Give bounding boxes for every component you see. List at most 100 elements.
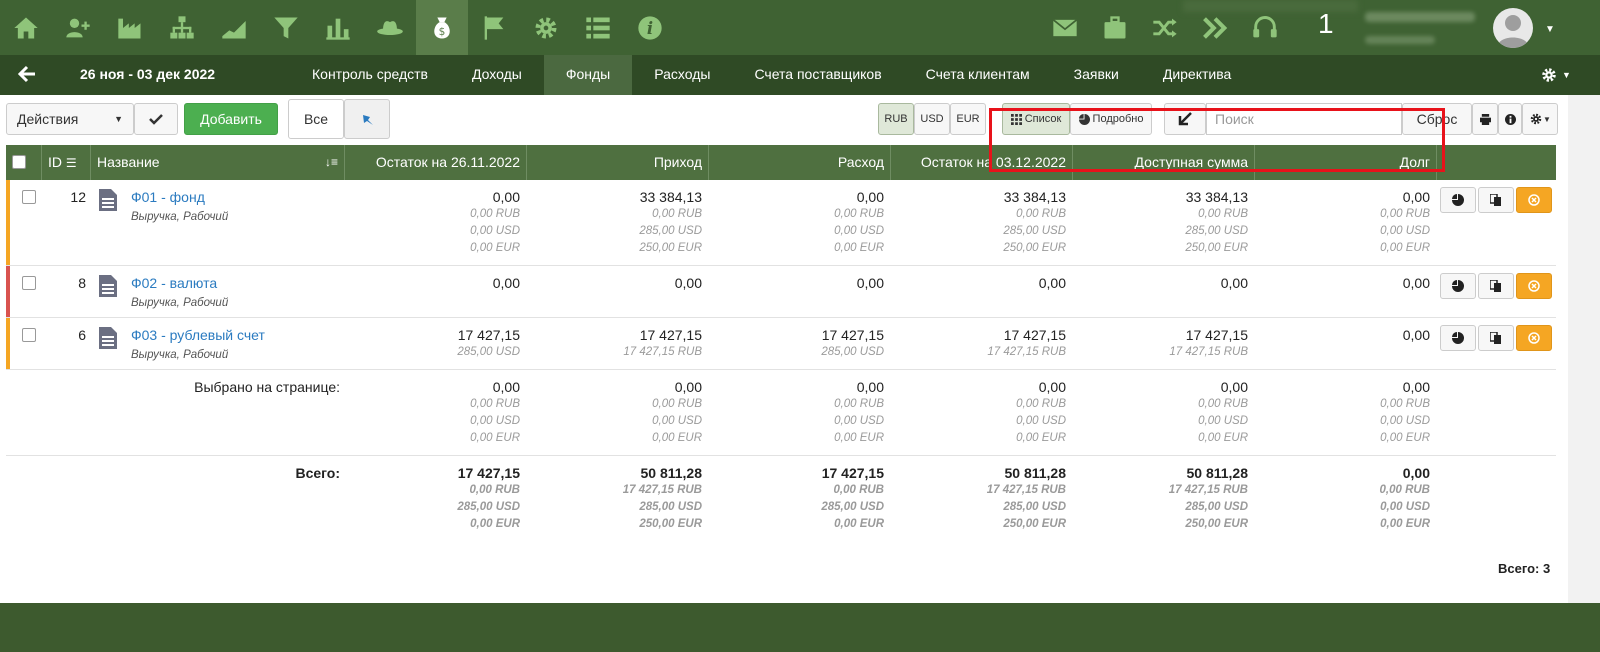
confirm-button[interactable] xyxy=(134,103,178,135)
report-button[interactable] xyxy=(1440,325,1476,351)
briefcase-icon[interactable] xyxy=(1090,0,1140,55)
currency-rub-button[interactable]: RUB xyxy=(878,103,914,135)
mail-icon[interactable] xyxy=(1040,0,1090,55)
add-button[interactable]: Добавить xyxy=(184,103,278,135)
copy-button[interactable] xyxy=(1478,187,1514,213)
info-icon[interactable]: i xyxy=(624,0,676,55)
bar-chart-icon[interactable] xyxy=(312,0,364,55)
value-main: 17 427,15 xyxy=(821,327,884,343)
tab-7[interactable]: Директива xyxy=(1141,55,1253,95)
tab-2[interactable]: Фонды xyxy=(543,55,633,95)
value-sub: 0,00 EUR xyxy=(652,432,702,444)
value-main[interactable]: 0,00 xyxy=(1254,189,1430,206)
delete-button[interactable] xyxy=(1516,187,1552,213)
column-opening-balance[interactable]: Остаток на 26.11.2022 xyxy=(345,145,527,180)
print-button[interactable] xyxy=(1472,103,1498,135)
value-sub: 0,00 USD xyxy=(834,415,884,427)
factory-icon[interactable] xyxy=(104,0,156,55)
table-row[interactable]: 8 Ф02 - валюта Выручка, Рабочий 0,00 0,00 0,0… xyxy=(6,266,1556,318)
column-income[interactable]: Приход xyxy=(527,145,709,180)
hierarchy-icon[interactable] xyxy=(156,0,208,55)
footer-strip xyxy=(0,603,1600,652)
filter-all-tab[interactable]: Все xyxy=(288,99,344,139)
tab-6[interactable]: Заявки xyxy=(1052,55,1141,95)
value-sub: 0,00 EUR xyxy=(470,518,520,530)
copy-button[interactable] xyxy=(1478,273,1514,299)
actions-dropdown[interactable]: Действия ▼ xyxy=(6,103,134,135)
avatar[interactable] xyxy=(1493,8,1533,48)
money-bag-icon[interactable]: $ xyxy=(416,0,468,55)
report-button[interactable] xyxy=(1440,273,1476,299)
gear-menu[interactable]: ▼ xyxy=(1540,65,1580,85)
caret-down-icon: ▼ xyxy=(1543,114,1551,124)
column-expense[interactable]: Расход xyxy=(709,145,891,180)
tab-1[interactable]: Доходы xyxy=(450,55,544,95)
column-name[interactable]: Название ↓≡ xyxy=(91,145,345,180)
value-sub: 0,00 RUB xyxy=(469,484,521,496)
settings-icon[interactable] xyxy=(520,0,572,55)
shuffle-icon[interactable] xyxy=(1140,0,1190,55)
value-sub: 285,00 USD xyxy=(1003,225,1066,237)
scroll-gutter xyxy=(1568,95,1600,603)
date-range[interactable]: 26 ноя - 03 дек 2022 xyxy=(80,66,215,82)
table-row[interactable]: 6 Ф03 - рублевый счет Выручка, Рабочий 17 4… xyxy=(6,318,1556,370)
fund-name-link[interactable]: Ф02 - валюта xyxy=(131,275,217,291)
home-icon[interactable] xyxy=(0,0,52,55)
table-row[interactable]: 12 Ф01 - фонд Выручка, Рабочий 0,00 0,00 RUB… xyxy=(6,180,1556,266)
value-main[interactable]: 0,00 xyxy=(1254,327,1430,344)
back-arrow-icon[interactable] xyxy=(17,64,38,84)
delete-button[interactable] xyxy=(1516,325,1552,351)
value-sub: 0,00 USD xyxy=(1380,225,1430,237)
value-main[interactable]: 0,00 xyxy=(1072,275,1248,292)
value-sub: 0,00 USD xyxy=(834,225,884,237)
flag-icon[interactable] xyxy=(468,0,520,55)
row-checkbox[interactable] xyxy=(22,190,36,204)
headset-icon[interactable] xyxy=(1240,0,1290,55)
fund-name-link[interactable]: Ф01 - фонд xyxy=(131,189,205,205)
highlight-box xyxy=(989,108,1445,172)
area-chart-icon[interactable] xyxy=(208,0,260,55)
chevron-down-icon[interactable]: ▼ xyxy=(1545,24,1555,35)
value-main[interactable]: 33 384,13 xyxy=(1072,189,1248,206)
value-sub: 0,00 RUB xyxy=(1380,208,1430,220)
select-all-checkbox[interactable] xyxy=(12,155,26,169)
notification-count[interactable]: 1 xyxy=(1318,8,1348,40)
value-main: 33 384,13 xyxy=(639,189,702,205)
column-id[interactable]: ID ☰ xyxy=(42,145,91,180)
row-checkbox[interactable] xyxy=(22,276,36,290)
value-sub: 0,00 USD xyxy=(470,415,520,427)
value-sub: 0,00 USD xyxy=(470,225,520,237)
tab-3[interactable]: Расходы xyxy=(632,55,732,95)
tab-5[interactable]: Счета клиентам xyxy=(904,55,1052,95)
copy-button[interactable] xyxy=(1478,325,1514,351)
value-main[interactable]: 17 427,15 xyxy=(1072,327,1248,344)
list-icon[interactable] xyxy=(572,0,624,55)
value-main: 33 384,13 xyxy=(1003,189,1066,205)
pin-button[interactable] xyxy=(344,99,390,139)
currency-eur-button[interactable]: EUR xyxy=(950,103,986,135)
tab-0[interactable]: Контроль средств xyxy=(290,55,450,95)
value-sub: 17 427,15 RUB xyxy=(987,346,1066,358)
value-sub: 0,00 USD xyxy=(1198,415,1248,427)
fund-name-link[interactable]: Ф03 - рублевый счет xyxy=(131,327,265,343)
tab-4[interactable]: Счета поставщиков xyxy=(732,55,903,95)
value-sub: 0,00 RUB xyxy=(833,484,885,496)
value-cell: 50 811,28 17 427,15 RUB 285,00 USD 250,00 E… xyxy=(890,465,1066,533)
value-main: 0,00 xyxy=(1402,379,1430,395)
value-sub: 0,00 RUB xyxy=(1198,398,1248,410)
currency-usd-button[interactable]: USD xyxy=(914,103,950,135)
hat-icon[interactable] xyxy=(364,0,416,55)
row-id: 8 xyxy=(78,275,86,291)
double-chevron-icon[interactable] xyxy=(1190,0,1240,55)
report-button[interactable] xyxy=(1440,187,1476,213)
info-button[interactable] xyxy=(1498,103,1522,135)
filter-icon[interactable] xyxy=(260,0,312,55)
fund-tags: Выручка, Рабочий xyxy=(131,297,229,309)
row-checkbox[interactable] xyxy=(22,328,36,342)
checkmark-icon xyxy=(149,114,163,125)
value-main[interactable]: 0,00 xyxy=(1254,275,1430,292)
contacts-icon[interactable] xyxy=(52,0,104,55)
value-sub: 285,00 USD xyxy=(457,501,520,513)
settings-dropdown[interactable]: ▼ xyxy=(1522,103,1558,135)
delete-button[interactable] xyxy=(1516,273,1552,299)
